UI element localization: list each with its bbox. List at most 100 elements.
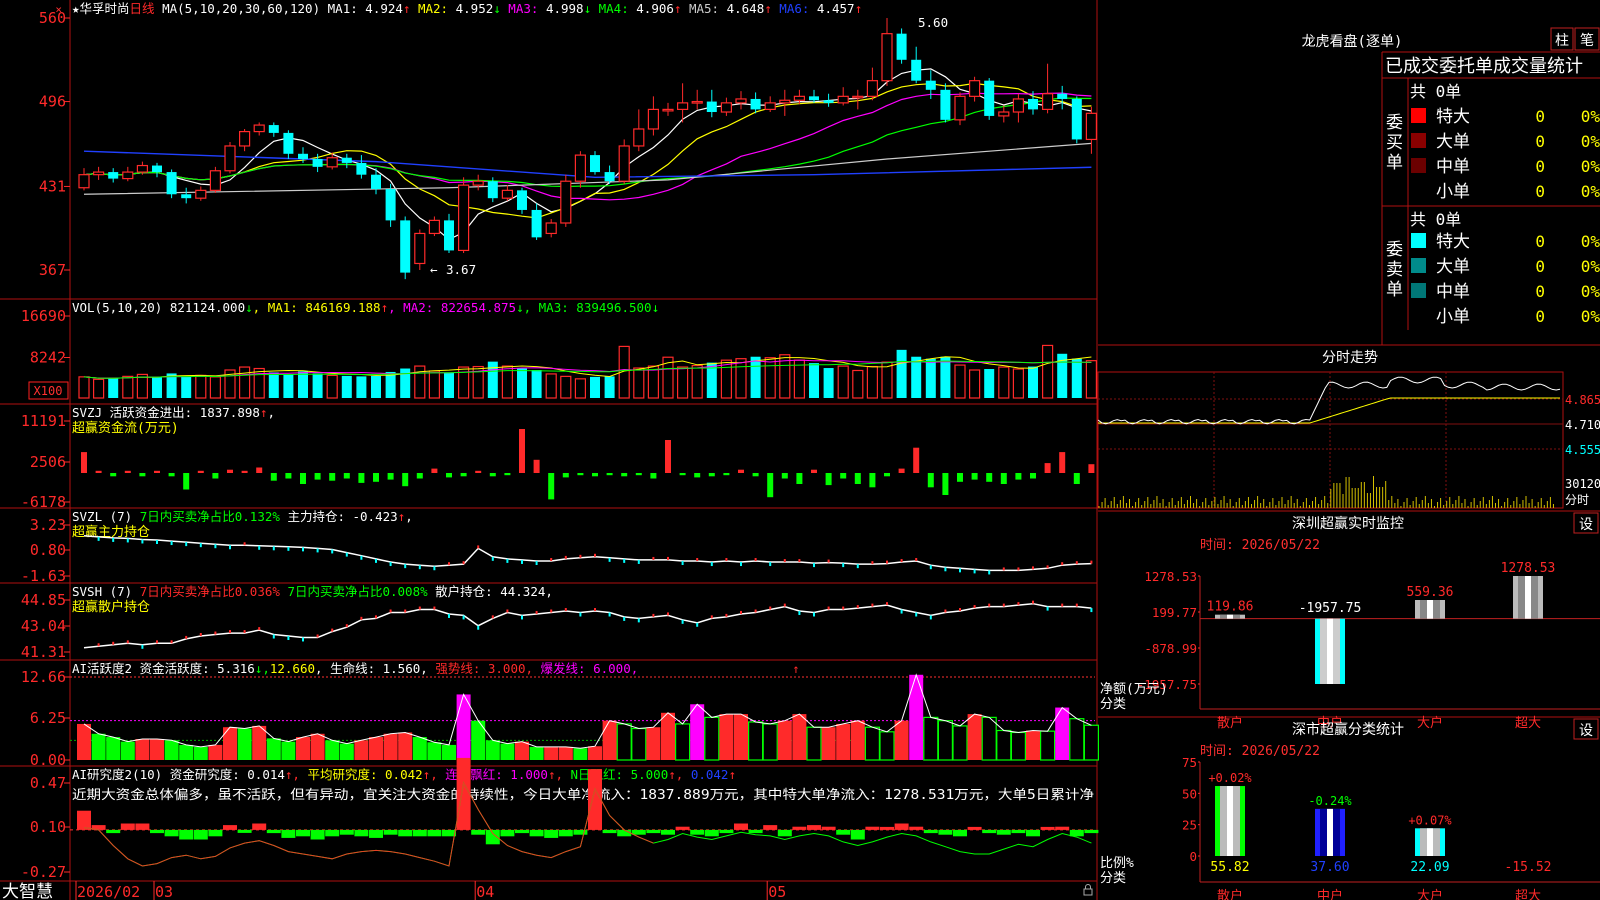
y-tick-label: 8242 bbox=[30, 349, 66, 367]
flow-bar bbox=[402, 473, 409, 487]
research-bar bbox=[179, 829, 194, 840]
y-tick-label: 44.85 bbox=[21, 591, 66, 609]
bar-change-label: +0.07% bbox=[1408, 813, 1452, 827]
candle-body bbox=[647, 108, 660, 130]
research-bar bbox=[427, 829, 442, 837]
chart-axis-label: 净额(万元) bbox=[1100, 682, 1168, 697]
volume-bar bbox=[574, 378, 587, 399]
volume-bar bbox=[326, 374, 338, 399]
activity-bar bbox=[864, 726, 881, 761]
candle-body bbox=[720, 102, 733, 113]
ss-settings-label: 设 bbox=[1579, 723, 1593, 739]
volume-bar bbox=[283, 374, 294, 398]
vertical-char: 买 bbox=[1386, 133, 1403, 153]
flow-bar bbox=[168, 473, 175, 477]
activity-bar bbox=[558, 746, 573, 760]
research-bar bbox=[923, 829, 938, 834]
flow-bar bbox=[373, 473, 379, 482]
candle-body bbox=[940, 89, 951, 120]
order-type: 中单 bbox=[1436, 157, 1470, 177]
research-bar bbox=[748, 829, 763, 834]
flow-bar bbox=[154, 470, 160, 473]
aia-arrow: ↓, bbox=[255, 661, 270, 676]
volume-bar bbox=[940, 356, 951, 398]
order-color-swatch bbox=[1411, 133, 1426, 148]
activity-bar bbox=[237, 728, 252, 760]
activity-bar bbox=[762, 723, 778, 761]
candle-body bbox=[253, 124, 265, 133]
flow-bar bbox=[227, 469, 233, 473]
candle-body bbox=[428, 219, 440, 235]
order-color-swatch bbox=[1411, 108, 1426, 123]
research-bar bbox=[704, 829, 719, 837]
flow-bar bbox=[635, 473, 642, 476]
flow-bar bbox=[343, 473, 350, 479]
research-bar bbox=[792, 826, 807, 830]
y-tick-label: 0.47 bbox=[30, 774, 66, 792]
category-label: 超大 bbox=[1515, 889, 1541, 900]
activity-bar bbox=[456, 694, 471, 760]
research-bar bbox=[1011, 829, 1026, 834]
research-bar bbox=[193, 829, 208, 840]
vol-ma-label: , MA1: bbox=[253, 300, 306, 315]
research-bar bbox=[500, 829, 515, 837]
candle-body bbox=[385, 189, 396, 221]
volume-bar bbox=[92, 378, 105, 399]
candle-body bbox=[356, 162, 367, 175]
activity-bar bbox=[354, 740, 369, 760]
candle-body bbox=[531, 209, 542, 238]
flow-bar bbox=[825, 473, 832, 486]
svzl-ratio: 7日内买卖净占比0.132% bbox=[140, 509, 288, 524]
flow-bar bbox=[884, 473, 890, 477]
activity-bar bbox=[500, 743, 515, 760]
candle-body bbox=[92, 171, 105, 176]
sz-settings-button[interactable]: 设 bbox=[1573, 512, 1599, 534]
flow-bar bbox=[329, 473, 336, 481]
date-label: 05 bbox=[768, 883, 786, 900]
order-pct: 0% bbox=[1581, 257, 1600, 276]
research-bar bbox=[602, 829, 617, 834]
volume-bar bbox=[428, 370, 440, 399]
research-bar bbox=[1055, 826, 1070, 830]
research-bar bbox=[339, 829, 354, 835]
chart-axis-label: 比例% bbox=[1100, 856, 1134, 871]
ma-label: MA4: bbox=[591, 1, 629, 16]
research-bar bbox=[865, 826, 880, 830]
stats-header: 已成交委托单成交量统计 bbox=[1385, 56, 1583, 77]
chart-axis-label: 分类 bbox=[1100, 871, 1126, 886]
activity-bar bbox=[996, 729, 1012, 761]
ss-settings-button[interactable]: 设 bbox=[1573, 718, 1599, 740]
activity-bar bbox=[1069, 718, 1085, 761]
activity-bar bbox=[573, 748, 588, 760]
activity-bar bbox=[704, 716, 720, 761]
tab-stroke[interactable]: 笔 bbox=[1574, 27, 1600, 51]
date-label: 04 bbox=[476, 883, 494, 900]
flow-bar bbox=[358, 473, 365, 483]
air-nred: N日飘红: 5.000 bbox=[571, 767, 669, 782]
research-bar bbox=[836, 829, 851, 835]
research-bar bbox=[777, 829, 792, 837]
tab-pillar[interactable]: 柱 bbox=[1550, 27, 1574, 51]
bar bbox=[1215, 614, 1245, 619]
flow-bar bbox=[446, 473, 452, 478]
activity-bar bbox=[952, 725, 968, 761]
order-type: 小单 bbox=[1436, 182, 1470, 202]
flow-bar bbox=[300, 473, 306, 484]
ma-value: 4.998 bbox=[538, 1, 583, 16]
up-arrow: ↑ bbox=[792, 662, 799, 676]
volume-bar bbox=[1085, 360, 1098, 399]
activity-bar bbox=[588, 746, 602, 760]
order-count: 0 bbox=[1535, 307, 1545, 326]
research-bar bbox=[266, 829, 281, 834]
activity-bar bbox=[310, 733, 325, 760]
sz-time: 时间: 2026/05/22 bbox=[1200, 538, 1320, 553]
activity-bar bbox=[325, 740, 340, 760]
volume-bar bbox=[152, 377, 162, 398]
candle-body bbox=[574, 154, 587, 182]
bar-shine bbox=[1227, 614, 1233, 619]
volume-bar bbox=[356, 376, 367, 398]
vol-ma-label: , MA3: bbox=[524, 300, 577, 315]
kline-header: ★华孚时尚日线 MA(5,10,20,30,60,120) MA1: 4.924… bbox=[72, 1, 862, 16]
tab-stroke-label: 笔 bbox=[1580, 33, 1594, 49]
volume-bar bbox=[735, 358, 747, 399]
